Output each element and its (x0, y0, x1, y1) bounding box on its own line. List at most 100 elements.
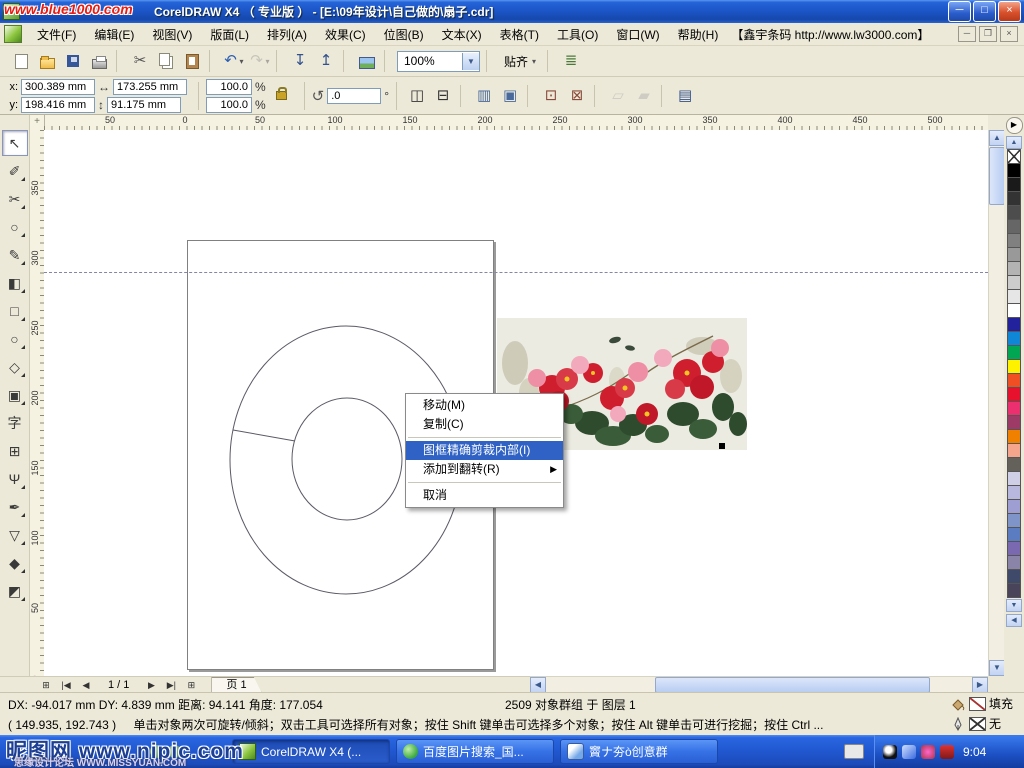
palette-swatch[interactable] (1007, 485, 1021, 500)
interactive-fill-tool[interactable]: ◩ (2, 578, 28, 604)
palette-swatch[interactable] (1007, 457, 1021, 472)
previous-page-button[interactable]: ◀ (76, 678, 96, 692)
palette-swatch[interactable] (1007, 205, 1021, 220)
zoom-level-combo[interactable]: 100% ▼ (397, 51, 480, 72)
export-button[interactable]: ↥ (313, 48, 339, 74)
palette-swatch[interactable] (1007, 541, 1021, 556)
pick-tool[interactable]: ↖ (2, 130, 28, 156)
order-back-button[interactable]: ▰ (631, 83, 657, 109)
taskbar-button[interactable]: 竇ナ夯ò创意群 (560, 739, 718, 764)
dropdown-icon[interactable]: ▾ (265, 57, 269, 66)
fill-tool[interactable]: ◆ (2, 550, 28, 576)
palette-swatch[interactable] (1007, 261, 1021, 276)
smart-fill-tool[interactable]: ◧ (2, 270, 28, 296)
palette-swatch[interactable] (1007, 527, 1021, 542)
eyedropper-tool[interactable]: ✒ (2, 494, 28, 520)
table-tool[interactable]: ⊞ (2, 438, 28, 464)
object-x-field[interactable]: 300.389 mm (21, 79, 95, 95)
context-menu-item[interactable]: 添加到翻转(R) ▶ (406, 460, 563, 479)
palette-swatch[interactable] (1007, 359, 1021, 374)
palette-swatch[interactable] (1007, 471, 1021, 486)
last-page-button[interactable]: ▶| (161, 678, 181, 692)
zoom-dropdown-icon[interactable]: ▼ (462, 53, 479, 70)
palette-flyout-button[interactable]: ▶ (1006, 117, 1023, 134)
taskbar-button[interactable]: CorelDRAW X4 (... (232, 739, 390, 764)
palette-swatch-none[interactable] (1007, 149, 1021, 164)
scale-h-field[interactable]: 100.0 (206, 79, 252, 95)
rotation-angle-field[interactable]: .0 (327, 88, 381, 104)
crop-tool[interactable]: ✂ (2, 186, 28, 212)
palette-swatch[interactable] (1007, 415, 1021, 430)
palette-swatch[interactable] (1007, 331, 1021, 346)
ruler-origin-icon[interactable]: + (30, 115, 45, 130)
doc-minimize-button[interactable]: ─ (958, 26, 976, 42)
first-page-button[interactable]: |◀ (56, 678, 76, 692)
context-menu-item[interactable]: 复制(C) (406, 415, 563, 434)
palette-swatch[interactable] (1007, 275, 1021, 290)
ellipse-tool[interactable]: ○ (2, 326, 28, 352)
menu-item[interactable]: 表格(T) (491, 23, 548, 46)
fill-color-swatch[interactable] (969, 697, 986, 711)
order-front-button[interactable]: ▱ (605, 83, 631, 109)
weld-button[interactable]: ⊡ (538, 83, 564, 109)
menu-item[interactable]: 效果(C) (316, 23, 375, 46)
basic-shapes-tool[interactable]: ▣ (2, 382, 28, 408)
lock-ratio-toggle[interactable] (276, 91, 287, 100)
text-tool[interactable]: 字 (2, 410, 28, 436)
object-height-field[interactable]: 91.175 mm (107, 97, 181, 113)
palette-swatch[interactable] (1007, 555, 1021, 570)
palette-expand-button[interactable]: ◀ (1006, 614, 1022, 627)
save-button[interactable] (60, 48, 86, 74)
menu-item[interactable]: 排列(A) (258, 23, 316, 46)
mirror-horizontal-button[interactable]: ◫ (404, 83, 430, 109)
scale-v-field[interactable]: 100.0 (206, 97, 252, 113)
import-button[interactable]: ↧ (287, 48, 313, 74)
palette-swatch[interactable] (1007, 583, 1021, 598)
palette-scroll-down-button[interactable]: ▼ (1006, 599, 1022, 612)
menu-item[interactable]: 位图(B) (375, 23, 433, 46)
object-y-field[interactable]: 198.416 mm (21, 97, 95, 113)
palette-swatch[interactable] (1007, 345, 1021, 360)
doc-restore-button[interactable]: ❐ (979, 26, 997, 42)
trim-button[interactable]: ⊠ (564, 83, 590, 109)
menu-item[interactable]: 编辑(E) (85, 23, 143, 46)
context-menu-item[interactable]: 图框精确剪裁内部(I) (406, 441, 563, 460)
outline-tool[interactable]: ▽ (2, 522, 28, 548)
redo-button[interactable]: ↷▾ (246, 48, 272, 74)
selection-handle[interactable] (719, 443, 725, 449)
zoom-tool[interactable]: ○ (2, 214, 28, 240)
vertical-scrollbar[interactable]: ▲ ▼ (988, 130, 1005, 676)
context-menu-item[interactable]: 移动(M) (406, 396, 563, 415)
palette-swatch[interactable] (1007, 513, 1021, 528)
add-page-button[interactable]: ⊞ (36, 678, 56, 692)
open-button[interactable] (34, 48, 60, 74)
palette-swatch[interactable] (1007, 387, 1021, 402)
wrap-paragraph-text-button[interactable]: ▤ (672, 83, 698, 109)
cut-button[interactable]: ✂ (127, 48, 153, 74)
taskbar-button[interactable]: 百度图片搜索_国... (396, 739, 554, 764)
palette-swatch[interactable] (1007, 233, 1021, 248)
palette-swatch[interactable] (1007, 303, 1021, 318)
horizontal-ruler[interactable]: + 50050100150200250300350400450500 (30, 115, 988, 131)
freehand-tool[interactable]: ✎ (2, 242, 28, 268)
menu-item[interactable]: 文本(X) (433, 23, 491, 46)
menu-item[interactable]: 视图(V) (143, 23, 201, 46)
horizontal-scrollbar[interactable]: ◀ ▶ (530, 676, 988, 693)
qq-tray-icon[interactable] (883, 745, 897, 759)
combine-button[interactable]: ▥ (471, 83, 497, 109)
minimize-button[interactable]: ─ (948, 1, 971, 22)
polygon-tool[interactable]: ◇ (2, 354, 28, 380)
vertical-ruler[interactable]: 350300250200150100500 (30, 130, 45, 676)
palette-swatch[interactable] (1007, 401, 1021, 416)
palette-swatch[interactable] (1007, 247, 1021, 262)
menu-item[interactable]: 版面(L) (201, 23, 258, 46)
new-button[interactable] (8, 48, 34, 74)
shape-tool[interactable]: ✐ (2, 158, 28, 184)
context-menu-item[interactable]: 取消 (406, 486, 563, 505)
palette-swatch[interactable] (1007, 317, 1021, 332)
app-tray-icon[interactable] (921, 745, 935, 759)
print-button[interactable] (86, 48, 112, 74)
scroll-down-button[interactable]: ▼ (989, 660, 1005, 676)
copy-button[interactable] (153, 48, 179, 74)
scroll-right-button[interactable]: ▶ (972, 677, 988, 693)
